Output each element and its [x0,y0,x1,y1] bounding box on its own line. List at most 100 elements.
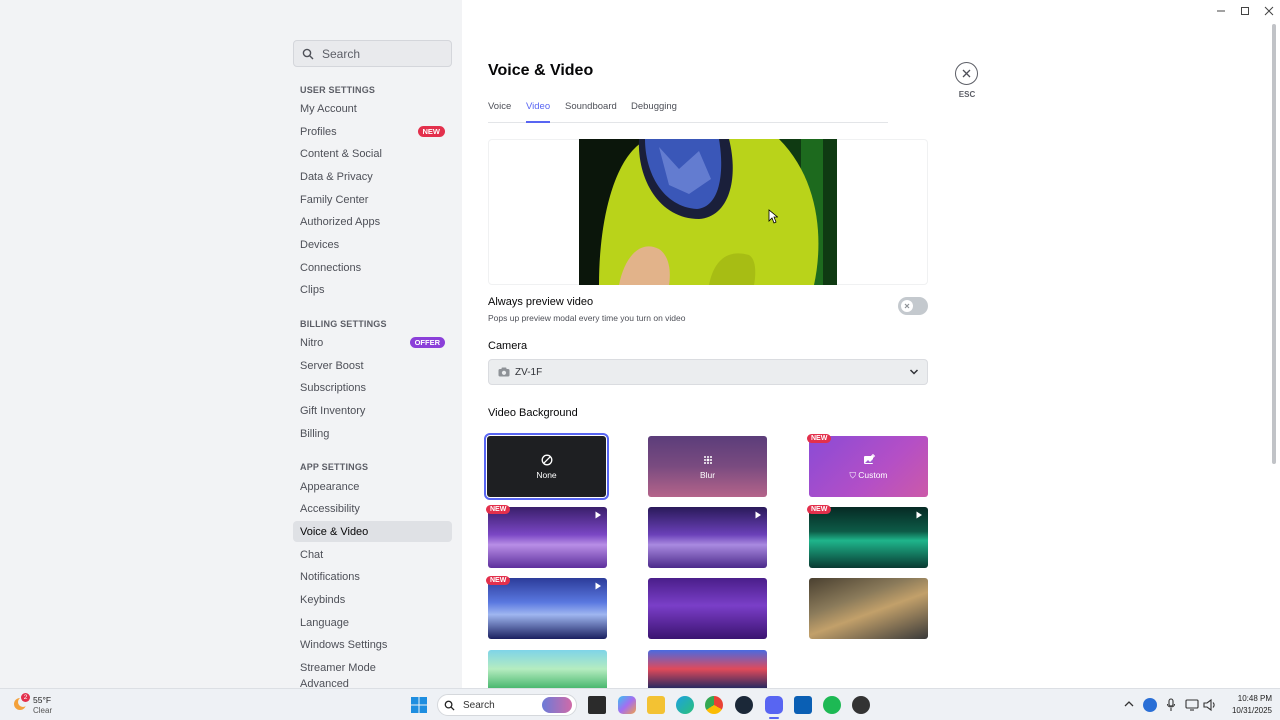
sidebar-item-language[interactable]: Language [293,612,452,633]
active-app-indicator [769,717,779,719]
play-icon [755,511,761,519]
sidebar-item-label: Profiles [300,125,337,138]
sidebar-item-label: My Account [300,102,357,115]
search-icon [444,700,455,711]
offer-badge: OFFER [409,337,445,348]
sidebar-item-label: Content & Social [300,147,382,160]
sidebar-item-advanced[interactable]: Advanced [293,678,452,688]
background-option-scene[interactable]: NEW [486,576,607,639]
sidebar-item-billing[interactable]: Billing [293,423,452,444]
chevron-up-icon[interactable] [1124,700,1134,708]
minimize-button[interactable] [1216,6,1226,19]
sidebar-item-data-privacy[interactable]: Data & Privacy [293,166,452,187]
sidebar-item-label: Subscriptions [300,381,367,394]
sidebar-item-windows-settings[interactable]: Windows Settings [293,634,452,655]
close-settings-button[interactable] [955,62,978,85]
background-option-scene[interactable]: NEW [807,505,928,568]
sidebar-item-authorized-apps[interactable]: Authorized Apps [293,211,452,232]
background-option-scene[interactable] [809,578,928,639]
weather-widget[interactable]: 2 55°F Clear [12,693,72,717]
none-icon [541,454,553,466]
tab-voice[interactable]: Voice [488,101,511,123]
sidebar-item-devices[interactable]: Devices [293,234,452,255]
sidebar-item-label: Language [300,616,349,629]
sidebar-item-accessibility[interactable]: Accessibility [293,498,452,519]
app-icon[interactable] [852,696,870,714]
maximize-icon [1241,7,1249,15]
sidebar-item-streamer-mode[interactable]: Streamer Mode [293,657,452,678]
sidebar-item-clips[interactable]: Clips [293,279,452,300]
sidebar-item-content-social[interactable]: Content & Social [293,143,452,164]
background-option-scene[interactable]: NEW [486,505,607,568]
sidebar-item-label: Nitro [300,336,324,349]
tab-debugging[interactable]: Debugging [631,101,677,123]
store-icon[interactable] [794,696,812,714]
copilot-icon[interactable] [618,696,636,714]
background-option-scene[interactable] [648,507,767,568]
page-title: Voice & Video [488,62,594,79]
clock-time[interactable]: 10:48 PM [1232,694,1272,703]
section-header-app-settings: APP SETTINGS [300,462,369,472]
background-option-none[interactable]: None [484,433,609,500]
always-preview-toggle[interactable] [898,297,928,315]
blur-icon [704,456,712,464]
x-icon [904,303,910,309]
sidebar-item-connections[interactable]: Connections [293,257,452,278]
taskbar-search-label: Search [463,699,495,711]
task-view-icon[interactable] [588,696,606,714]
sidebar-item-server-boost[interactable]: Server Boost [293,355,452,376]
microphone-icon[interactable] [1166,698,1176,712]
sidebar-item-keybinds[interactable]: Keybinds [293,589,452,610]
tab-video[interactable]: Video [526,101,551,123]
spotify-icon[interactable] [823,696,841,714]
background-option-custom[interactable]: ⛉ Custom NEW [807,434,928,497]
steam-icon[interactable] [735,696,753,714]
scrollbar-thumb[interactable] [1272,24,1276,464]
camera-preview-video [579,139,837,285]
new-badge: NEW [486,576,511,585]
sidebar-item-profiles[interactable]: Profiles NEW [293,121,452,142]
sidebar-item-label: Family Center [300,193,369,206]
sidebar-item-label: Authorized Apps [300,215,381,228]
edge-icon[interactable] [676,696,694,714]
background-option-scene[interactable] [488,650,607,688]
network-icon[interactable] [1185,698,1199,712]
sidebar-item-appearance[interactable]: Appearance [293,476,452,497]
sidebar-item-subscriptions[interactable]: Subscriptions [293,377,452,398]
windows-taskbar: 2 55°F Clear Search 10:48 PM 10/31/2025 [0,688,1280,720]
mouse-cursor-icon [768,209,778,224]
sidebar-item-gift-inventory[interactable]: Gift Inventory [293,400,452,421]
camera-select[interactable]: ZV-1F [488,359,928,385]
sidebar-item-voice-video[interactable]: Voice & Video [293,521,452,542]
tab-soundboard[interactable]: Soundboard [565,101,617,123]
search-icon [302,48,314,59]
sidebar-item-family-center[interactable]: Family Center [293,189,452,210]
windows-start-icon[interactable] [411,697,427,713]
sidebar-item-chat[interactable]: Chat [293,544,452,565]
sidebar-item-label: Advanced [300,678,349,688]
custom-label-text: Custom [858,470,888,480]
chrome-icon[interactable] [705,696,723,714]
sidebar-item-label: Server Boost [300,359,364,372]
close-window-button[interactable] [1264,6,1274,19]
search-highlight-image [542,697,572,713]
background-option-blur[interactable]: Blur [648,436,767,497]
camera-icon [498,367,510,377]
background-option-label: Blur [699,470,716,480]
sidebar-item-my-account[interactable]: My Account [293,98,452,119]
discord-icon[interactable] [765,696,783,714]
taskbar-search[interactable]: Search [437,694,577,716]
nitro-icon: ⛉ [849,470,859,480]
background-option-scene[interactable] [648,578,767,639]
section-header-user-settings: USER SETTINGS [300,85,376,95]
volume-icon[interactable] [1203,698,1217,712]
sidebar-item-label: Gift Inventory [300,404,366,417]
sidebar-search-input[interactable]: Search [293,40,452,67]
sidebar-item-nitro[interactable]: Nitro OFFER [293,332,452,353]
background-option-scene[interactable] [648,650,767,688]
sidebar-item-notifications[interactable]: Notifications [293,566,452,587]
file-explorer-icon[interactable] [647,696,665,714]
tray-app-icon[interactable] [1143,698,1157,712]
clock-date[interactable]: 10/31/2025 [1224,706,1272,715]
maximize-button[interactable] [1240,6,1250,19]
